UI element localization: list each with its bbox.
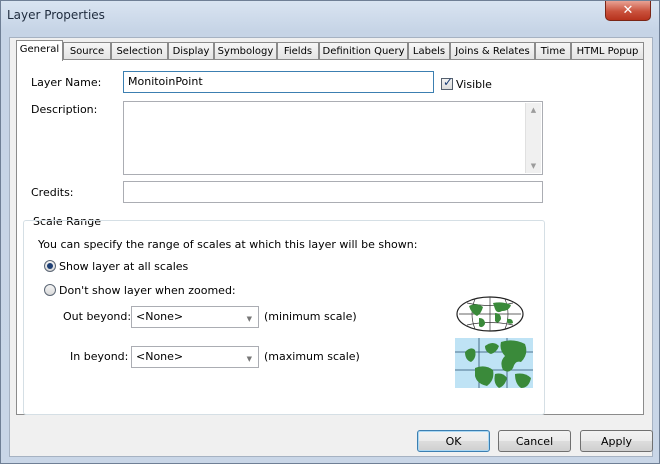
cancel-button[interactable]: Cancel (498, 430, 571, 452)
in-beyond-label: In beyond: (70, 350, 129, 363)
tab-selection[interactable]: Selection (111, 42, 168, 59)
ok-button[interactable]: OK (417, 430, 490, 452)
tab-definition-query[interactable]: Definition Query (319, 42, 408, 59)
visible-label: Visible (456, 78, 492, 91)
out-beyond-combo[interactable]: <None> ▼ (131, 306, 259, 328)
close-icon: ✕ (622, 3, 634, 18)
window-title: Layer Properties (7, 8, 105, 22)
layer-properties-window: Layer Properties ✕ General Source Select… (0, 0, 660, 464)
tab-fields[interactable]: Fields (277, 42, 319, 59)
dialog-client: General Source Selection Display Symbolo… (9, 37, 653, 457)
show-all-scales-label: Show layer at all scales (59, 260, 189, 273)
tab-source[interactable]: Source (63, 42, 111, 59)
minimum-scale-hint: (minimum scale) (264, 310, 357, 323)
in-beyond-value: <None> (136, 350, 184, 363)
description-textarea[interactable]: ▲ ▼ (123, 101, 543, 175)
scale-range-intro: You can specify the range of scales at w… (38, 238, 418, 251)
tab-display[interactable]: Display (168, 42, 214, 59)
credits-input[interactable] (123, 181, 543, 203)
scroll-up-icon[interactable]: ▲ (526, 103, 541, 117)
maximum-scale-hint: (maximum scale) (264, 350, 360, 363)
apply-button[interactable]: Apply (580, 430, 653, 452)
out-beyond-label: Out beyond: (63, 310, 132, 323)
description-scrollbar[interactable]: ▲ ▼ (525, 103, 541, 173)
tab-labels[interactable]: Labels (408, 42, 450, 59)
visible-checkbox[interactable]: ✓ (441, 75, 454, 90)
layer-name-value: MonitoinPoint (128, 75, 203, 88)
world-globe-icon (456, 296, 524, 332)
layer-name-input[interactable]: MonitoinPoint (123, 71, 434, 93)
tab-time[interactable]: Time (535, 42, 571, 59)
layer-name-label: Layer Name: (31, 76, 102, 89)
dont-show-zoomed-label: Don't show layer when zoomed: (59, 284, 236, 297)
tab-general[interactable]: General (16, 40, 63, 61)
chevron-down-icon: ▼ (246, 315, 252, 323)
tab-html-popup[interactable]: HTML Popup (571, 42, 644, 59)
tab-joins-relates[interactable]: Joins & Relates (450, 42, 535, 59)
tab-symbology[interactable]: Symbology (214, 42, 277, 59)
credits-label: Credits: (31, 186, 74, 199)
in-beyond-combo[interactable]: <None> ▼ (131, 346, 259, 368)
tab-strip: General Source Selection Display Symbolo… (16, 40, 648, 61)
scroll-down-icon[interactable]: ▼ (526, 159, 541, 173)
description-label: Description: (31, 103, 98, 116)
chevron-down-icon: ▼ (246, 355, 252, 363)
europe-map-icon (455, 338, 533, 388)
close-button[interactable]: ✕ (605, 1, 651, 21)
dont-show-zoomed-radio[interactable] (44, 284, 56, 296)
out-beyond-value: <None> (136, 310, 184, 323)
show-all-scales-radio[interactable] (44, 260, 56, 272)
general-panel: Layer Name: MonitoinPoint ✓ Visible Desc… (16, 59, 644, 415)
radio-selected-dot (47, 263, 53, 269)
check-icon: ✓ (443, 75, 454, 89)
